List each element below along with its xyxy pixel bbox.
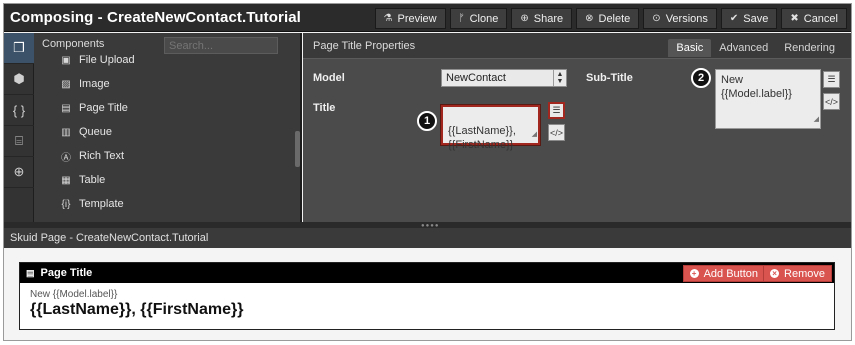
components-panel: Components ▣File Upload ▨Image ▤Page Tit… <box>34 33 302 222</box>
versions-label: Versions <box>665 12 708 25</box>
title-field[interactable]: {{LastName}}, {{FirstName}} ◢ <box>441 105 540 151</box>
remove-label: Remove <box>784 267 825 280</box>
components-search-input[interactable] <box>164 37 278 54</box>
callout-2: 2 <box>691 68 711 88</box>
template-icon: {i} <box>61 198 71 210</box>
image-icon: ▨ <box>61 78 71 90</box>
preview-button[interactable]: ⚗ Preview <box>374 8 446 29</box>
title-label: Title <box>313 102 336 114</box>
tab-basic[interactable]: Basic <box>668 39 712 57</box>
title-merge-field-button[interactable]: ☰ <box>548 102 565 119</box>
properties-body: Model NewContact ▲ ▼ Title {{LastName}}, … <box>303 58 851 222</box>
properties-panel: Page Title Properties Basic Advanced Ren… <box>303 33 851 222</box>
page-title-component[interactable]: ▤ Page Title + Add Button × Remove New {{M… <box>19 262 835 330</box>
app-window: Composing - CreateNewContact.Tutorial ⚗ P… <box>3 3 852 341</box>
model-select-value: NewContact <box>446 72 506 84</box>
save-label: Save <box>743 12 769 25</box>
save-button[interactable]: ✔ Save <box>720 8 778 29</box>
title-code-button[interactable]: </> <box>548 124 565 141</box>
component-label: Template <box>79 198 124 210</box>
close-circle-icon: × <box>770 269 780 278</box>
clock-icon: ⊙ <box>652 13 661 24</box>
tab-advanced[interactable]: Advanced <box>711 39 776 57</box>
rail-components-icon[interactable]: ❒ <box>4 33 34 64</box>
preview-title: {{LastName}}, {{FirstName}} <box>30 301 244 318</box>
component-label: Table <box>79 174 106 186</box>
delete-icon: ⊗ <box>585 13 594 24</box>
rail-javascript-icon[interactable]: { } <box>4 95 34 126</box>
tab-rendering[interactable]: Rendering <box>776 39 843 57</box>
globe-icon: ⊕ <box>520 13 529 24</box>
rail-globe-icon[interactable]: ⊕ <box>4 157 34 188</box>
component-label: Rich Text <box>79 150 125 162</box>
cancel-button[interactable]: ✖ Cancel <box>781 8 847 29</box>
component-label: Page Title <box>79 102 128 114</box>
share-label: Share <box>533 12 564 25</box>
component-label: Queue <box>79 126 113 138</box>
title-field-value: {{LastName}}, {{FirstName}} <box>448 125 516 151</box>
rail-css-icon[interactable]: ⌸ <box>4 126 34 157</box>
subtitle-field[interactable]: New {{Model.label}} ◢ <box>715 69 821 129</box>
toolbar: ⚗ Preview ᚠ Clone ⊕ Share ⊗ Delete ⊙ Versions… <box>374 8 847 29</box>
check-icon: ✔ <box>729 13 739 24</box>
properties-tabs: Basic Advanced Rendering <box>668 39 843 57</box>
component-page-title[interactable]: ▤ Page Title <box>34 96 296 120</box>
component-label: Image <box>79 78 110 90</box>
rail-model-icon[interactable]: ⬢ <box>4 64 34 95</box>
page-title-icon: ▤ <box>26 267 35 278</box>
add-button-label: Add Button <box>703 267 758 280</box>
component-queue[interactable]: ▥ Queue <box>34 120 296 144</box>
components-list: ▣ File Upload ▨ Image ▤ Page Title ▥ Queue Ⓐ… <box>34 55 296 222</box>
cancel-label: Cancel <box>803 12 838 25</box>
resize-handle-icon[interactable]: ◢ <box>814 113 819 127</box>
resize-handle-icon[interactable]: ◢ <box>532 128 537 142</box>
components-scrollbar[interactable] <box>295 131 300 167</box>
remove-button[interactable]: × Remove <box>763 265 832 282</box>
versions-button[interactable]: ⊙ Versions <box>643 8 717 29</box>
preview-label: Preview <box>397 12 437 25</box>
branch-icon: ᚠ <box>458 13 465 24</box>
component-template[interactable]: {i} Template <box>34 192 296 216</box>
model-label: Model <box>313 72 345 84</box>
clone-button[interactable]: ᚠ Clone <box>449 8 508 29</box>
plus-circle-icon: + <box>689 269 699 278</box>
list-icon: ☰ <box>827 74 836 84</box>
page-title-component-label: Page Title <box>40 267 93 279</box>
clone-label: Clone <box>469 12 499 25</box>
close-icon: ✖ <box>790 13 799 24</box>
subtitle-label: Sub-Title <box>586 72 633 84</box>
app-title: Composing - CreateNewContact.Tutorial <box>10 9 301 26</box>
rich-text-icon: Ⓐ <box>61 152 71 164</box>
preview-bar: Skuid Page - CreateNewContact.Tutorial <box>4 228 851 248</box>
flask-icon: ⚗ <box>383 13 393 24</box>
share-button[interactable]: ⊕ Share <box>511 8 573 29</box>
table-icon: ▦ <box>61 174 71 186</box>
component-rich-text[interactable]: Ⓐ Rich Text <box>34 144 296 168</box>
subtitle-merge-field-button[interactable]: ☰ <box>823 71 840 88</box>
component-table[interactable]: ▦ Table <box>34 168 296 192</box>
delete-label: Delete <box>598 12 631 25</box>
component-image[interactable]: ▨ Image <box>34 72 296 96</box>
subtitle-code-button[interactable]: </> <box>823 93 840 110</box>
page-title-icon: ▤ <box>61 102 71 114</box>
code-icon: </> <box>549 127 563 138</box>
top-bar: Composing - CreateNewContact.Tutorial ⚗ P… <box>4 4 851 32</box>
model-select[interactable]: NewContact ▲ ▼ <box>441 69 567 87</box>
list-icon: ☰ <box>552 105 561 115</box>
delete-button[interactable]: ⊗ Delete <box>576 8 640 29</box>
preview-canvas: ▤ Page Title + Add Button × Remove New {{M… <box>4 248 851 340</box>
callout-1: 1 <box>417 111 437 131</box>
queue-icon: ▥ <box>61 126 71 138</box>
preview-subtitle: New {{Model.label}} <box>30 289 118 300</box>
add-button-button[interactable]: + Add Button <box>682 265 765 282</box>
properties-title: Page Title Properties <box>313 40 416 52</box>
subtitle-field-value: New {{Model.label}} <box>721 74 792 100</box>
file-upload-icon: ▣ <box>61 55 71 66</box>
component-label: File Upload <box>79 55 135 66</box>
component-file-upload[interactable]: ▣ File Upload <box>34 55 296 72</box>
select-arrows-icon: ▲ ▼ <box>553 70 566 86</box>
code-icon: </> <box>824 96 838 107</box>
left-rail: ❒ ⬢ { } ⌸ ⊕ <box>4 33 34 222</box>
